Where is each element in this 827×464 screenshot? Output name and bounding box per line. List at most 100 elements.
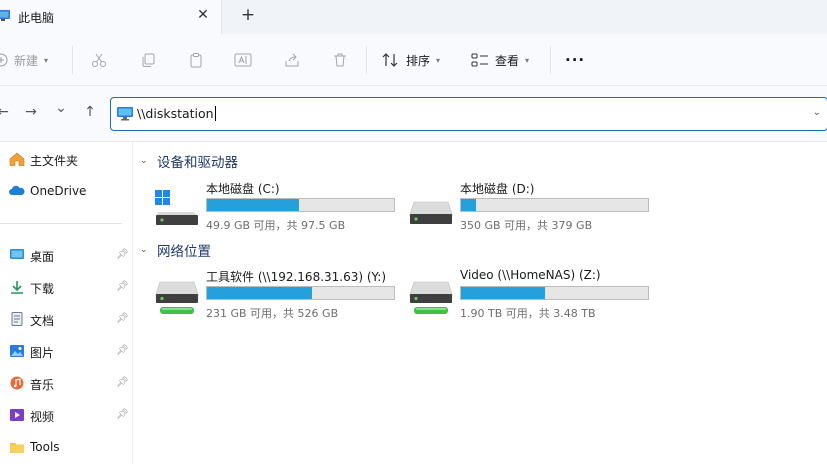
address-bar[interactable]: \\diskstation ⌄ bbox=[110, 97, 827, 131]
clipboard-icon bbox=[190, 53, 202, 68]
view-button-label: 查看 bbox=[495, 53, 520, 68]
rename-button[interactable] bbox=[234, 34, 252, 86]
chevron-down-icon: ▾ bbox=[44, 55, 49, 65]
sort-icon bbox=[382, 53, 398, 67]
drive-item-d[interactable]: 本地磁盘 (D:) 350 GB 可用，共 379 GB bbox=[408, 180, 658, 236]
drive-name: Video (\\HomeNAS) (Z:) bbox=[460, 268, 601, 282]
pin-icon[interactable]: 📌︎ bbox=[116, 409, 129, 420]
forward-icon[interactable]: → bbox=[22, 104, 40, 120]
group-title: 设备和驱动器 bbox=[157, 155, 238, 171]
chevron-down-icon: ▾ bbox=[436, 55, 441, 65]
document-icon bbox=[11, 312, 23, 326]
pictures-icon bbox=[10, 345, 24, 357]
pin-icon[interactable]: 📌︎ bbox=[116, 345, 129, 356]
hard-drive-icon bbox=[409, 201, 453, 224]
share-icon bbox=[285, 53, 299, 67]
drive-item-z[interactable]: Video (\\HomeNAS) (Z:) 1.90 TB 可用，共 3.48… bbox=[408, 268, 658, 324]
home-icon bbox=[9, 152, 25, 166]
chevron-down-icon: ▾ bbox=[525, 55, 530, 65]
plus-circle-icon bbox=[0, 53, 8, 67]
drive-name: 本地磁盘 (C:) bbox=[206, 182, 280, 196]
toolbar-separator bbox=[72, 46, 73, 74]
sidebar-item-label: 主文件夹 bbox=[30, 154, 79, 168]
address-dropdown-icon[interactable]: ⌄ bbox=[813, 107, 821, 118]
sidebar-item-downloads[interactable]: 下载 📌︎ bbox=[0, 272, 133, 302]
more-icon: ··· bbox=[565, 51, 586, 69]
scissors-icon bbox=[92, 53, 106, 67]
network-drive-icon bbox=[409, 281, 453, 314]
new-button-label: 新建 bbox=[14, 53, 39, 68]
sidebar-item-tools[interactable]: Tools bbox=[0, 432, 133, 462]
pin-icon[interactable]: 📌︎ bbox=[116, 313, 129, 324]
sidebar-item-videos[interactable]: 视频 📌︎ bbox=[0, 400, 133, 430]
toolbar-separator bbox=[550, 46, 551, 74]
video-icon bbox=[10, 409, 24, 421]
chevron-down-icon: ⌄ bbox=[140, 245, 148, 255]
drive-usage-bar bbox=[460, 198, 649, 212]
sidebar-item-desktop[interactable]: 桌面 📌︎ bbox=[0, 240, 133, 270]
content-area: ⌄ 设备和驱动器 本地磁盘 (C:) 49.9 GB 可用，共 97.5 GB … bbox=[134, 142, 827, 464]
back-icon[interactable]: ← bbox=[0, 104, 12, 120]
drive-item-y[interactable]: 工具软件 (\\192.168.31.63) (Y:) 231 GB 可用，共 … bbox=[154, 268, 404, 324]
up-icon[interactable]: ↑ bbox=[81, 104, 99, 120]
address-input[interactable]: \\diskstation bbox=[137, 106, 216, 121]
drive-usage-bar bbox=[206, 286, 395, 300]
tab-strip: 此电脑 ✕ + bbox=[0, 0, 827, 34]
tab-close-icon[interactable]: ✕ bbox=[194, 7, 212, 23]
navigation-bar: ← → ⌄ ↑ \\diskstation ⌄ bbox=[0, 86, 827, 142]
chevron-down-icon: ⌄ bbox=[140, 156, 148, 166]
sidebar-item-label: 视频 bbox=[30, 410, 55, 424]
sidebar-item-label: 音乐 bbox=[30, 378, 55, 392]
new-tab-button[interactable]: + bbox=[238, 5, 258, 25]
cloud-icon bbox=[9, 185, 25, 195]
sidebar-item-label: 下载 bbox=[30, 282, 55, 296]
drive-usage-fill bbox=[207, 287, 312, 299]
desktop-icon bbox=[10, 249, 24, 259]
drive-name: 工具软件 (\\192.168.31.63) (Y:) bbox=[206, 270, 387, 284]
tab-title: 此电脑 bbox=[18, 11, 55, 25]
sidebar-item-label: 文档 bbox=[30, 314, 55, 328]
recent-locations-icon[interactable]: ⌄ bbox=[52, 100, 70, 116]
trash-icon bbox=[334, 53, 346, 67]
tab-this-pc[interactable]: 此电脑 ✕ bbox=[0, 0, 222, 34]
drive-usage-fill bbox=[207, 199, 299, 211]
sidebar-divider bbox=[0, 223, 122, 224]
sidebar-item-home[interactable]: 主文件夹 bbox=[0, 144, 133, 174]
sidebar-item-documents[interactable]: 文档 📌︎ bbox=[0, 304, 133, 334]
sidebar-item-label: 图片 bbox=[30, 346, 55, 360]
pin-icon[interactable]: 📌︎ bbox=[116, 377, 129, 388]
group-header-network[interactable]: ⌄ 网络位置 bbox=[140, 240, 211, 260]
drive-usage-bar bbox=[206, 198, 395, 212]
view-button[interactable]: 查看 ▾ bbox=[471, 34, 529, 86]
command-bar: 新建 ▾ 排序 ▾ 查看 ▾ ··· bbox=[0, 34, 827, 86]
new-button[interactable]: 新建 ▾ bbox=[0, 34, 48, 86]
copy-icon bbox=[142, 53, 155, 67]
drive-usage-bar bbox=[460, 286, 649, 300]
delete-button[interactable] bbox=[332, 34, 348, 86]
drive-free-space: 350 GB 可用，共 379 GB bbox=[460, 219, 593, 232]
sidebar-item-label: 桌面 bbox=[30, 250, 55, 264]
sidebar-item-onedrive[interactable]: OneDrive bbox=[0, 176, 133, 206]
music-icon bbox=[10, 376, 24, 390]
system-drive-icon bbox=[155, 190, 198, 225]
pin-icon[interactable]: 📌︎ bbox=[116, 249, 129, 260]
sort-button-label: 排序 bbox=[406, 53, 431, 68]
drive-free-space: 49.9 GB 可用，共 97.5 GB bbox=[206, 219, 346, 232]
copy-button[interactable] bbox=[140, 34, 156, 86]
sidebar-item-music[interactable]: 音乐 📌︎ bbox=[0, 368, 133, 398]
group-title: 网络位置 bbox=[157, 244, 211, 260]
sidebar-item-pictures[interactable]: 图片 📌︎ bbox=[0, 336, 133, 366]
drive-item-c[interactable]: 本地磁盘 (C:) 49.9 GB 可用，共 97.5 GB bbox=[154, 180, 404, 236]
toolbar-separator bbox=[366, 46, 367, 74]
rename-icon bbox=[234, 53, 252, 67]
sort-button[interactable]: 排序 ▾ bbox=[382, 34, 440, 86]
more-options-button[interactable]: ··· bbox=[565, 34, 585, 86]
drive-free-space: 231 GB 可用，共 526 GB bbox=[206, 307, 339, 320]
pin-icon[interactable]: 📌︎ bbox=[116, 281, 129, 292]
share-button[interactable] bbox=[284, 34, 300, 86]
paste-button[interactable] bbox=[188, 34, 204, 86]
group-header-devices[interactable]: ⌄ 设备和驱动器 bbox=[140, 151, 238, 171]
cut-button[interactable] bbox=[91, 34, 107, 86]
sidebar-item-label: OneDrive bbox=[30, 184, 87, 198]
drive-usage-fill bbox=[461, 287, 546, 299]
